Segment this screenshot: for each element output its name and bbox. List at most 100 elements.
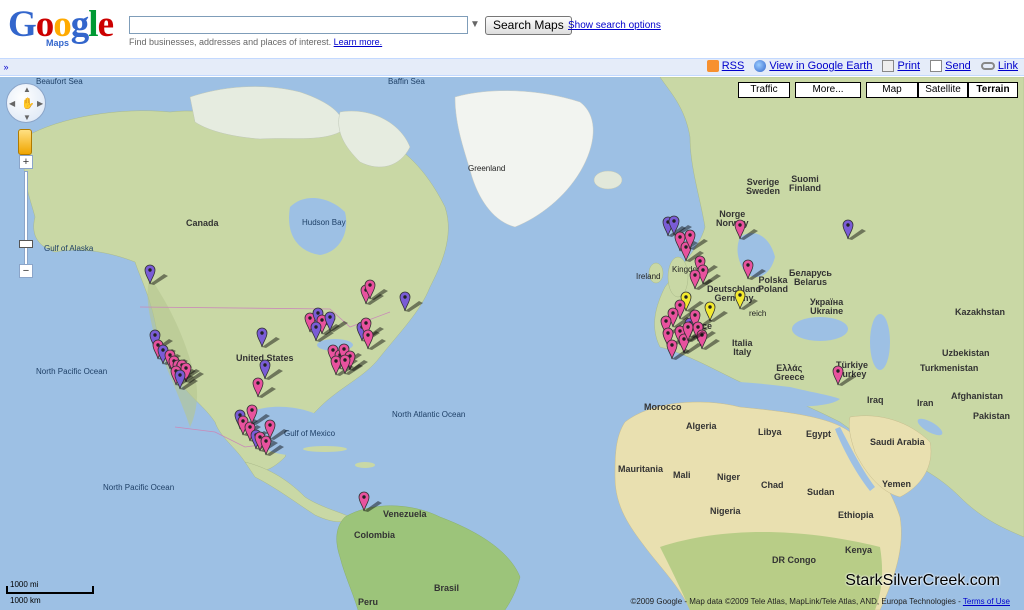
scale-bar <box>6 592 94 594</box>
map-marker-pin[interactable] <box>364 277 388 301</box>
zoom-slider-track[interactable] <box>24 171 28 269</box>
map-marker-pin[interactable] <box>734 287 758 311</box>
map-type-satellite-button[interactable]: Satellite <box>918 82 968 98</box>
print-link[interactable]: Print <box>882 60 920 72</box>
map-label: North Pacific Ocean <box>36 367 108 376</box>
map-marker-pin[interactable] <box>399 289 423 313</box>
logo-letter: G <box>8 4 37 45</box>
map-label: Canada <box>186 218 219 228</box>
map-label: DR Congo <box>772 555 816 565</box>
toolbar: » RSS View in Google Earth Print Send Li… <box>0 58 1024 76</box>
map-marker-pin[interactable] <box>174 367 198 391</box>
map-label: Colombia <box>354 530 396 540</box>
map-label: Brasil <box>434 583 460 593</box>
map-marker-pin[interactable] <box>842 217 866 241</box>
link-label: Link <box>997 60 1018 72</box>
earth-icon <box>754 60 767 72</box>
caspian-sea <box>870 314 890 370</box>
search-maps-button[interactable]: Search Maps <box>485 16 572 35</box>
map-marker-pin[interactable] <box>256 325 280 349</box>
search-hint-text: Find businesses, addresses and places of… <box>129 37 332 47</box>
map-type-map-button[interactable]: Map <box>866 82 918 98</box>
map-marker-pin[interactable] <box>734 217 758 241</box>
learn-more-link[interactable]: Learn more. <box>334 37 383 47</box>
map-marker-pin[interactable] <box>832 363 856 387</box>
pan-control[interactable]: ▲ ▼ ◀ ▶ ✋ <box>6 83 46 123</box>
logo-letter: e <box>97 4 114 45</box>
map-label: Libya <box>758 427 782 437</box>
pan-right-icon[interactable]: ▶ <box>37 99 43 108</box>
map-label: Algeria <box>686 421 717 431</box>
pegman-icon[interactable] <box>18 129 32 155</box>
print-icon <box>882 60 895 72</box>
map-label: Egypt <box>806 429 832 439</box>
logo-letter: l <box>88 4 98 45</box>
zoom-out-button[interactable]: − <box>19 264 33 278</box>
rss-link[interactable]: RSS <box>706 60 745 72</box>
greenland-landmass <box>454 90 594 228</box>
map-label: Afghanistan <box>951 391 1004 401</box>
send-link[interactable]: Send <box>930 60 971 72</box>
map-label: Peru <box>358 597 379 607</box>
hand-icon: ✋ <box>21 98 35 110</box>
zoom-slider-handle[interactable] <box>19 240 33 248</box>
search-input[interactable] <box>129 16 468 34</box>
map-label: Uzbekistan <box>942 348 990 358</box>
black-sea <box>792 317 848 341</box>
map-canvas[interactable]: Beaufort Sea Baffin Sea Greenland Canada… <box>0 77 1024 610</box>
terms-of-use-link[interactable]: Terms of Use <box>963 597 1010 606</box>
map-label: Iraq <box>867 395 884 405</box>
link-link[interactable]: Link <box>980 60 1018 72</box>
cuba <box>303 446 347 452</box>
pan-up-icon[interactable]: ▲ <box>23 85 31 94</box>
copyright: ©2009 Google - Map data ©2009 Tele Atlas… <box>630 597 1010 606</box>
traffic-button[interactable]: Traffic <box>738 82 790 98</box>
map-label: Saudi Arabia <box>870 437 925 447</box>
map-marker-pin[interactable] <box>358 489 382 513</box>
map-marker-pin[interactable] <box>144 262 168 286</box>
map-marker-pin[interactable] <box>689 267 713 291</box>
map-marker-pin[interactable] <box>252 375 276 399</box>
map-marker-pin[interactable] <box>682 319 706 343</box>
hispaniola <box>355 462 375 468</box>
link-icon <box>980 62 995 70</box>
earth-label: View in Google Earth <box>769 60 873 72</box>
pan-left-icon[interactable]: ◀ <box>9 99 15 108</box>
more-layers-button[interactable]: More... <box>795 82 861 98</box>
map-label: Suomi Finland <box>789 174 821 193</box>
map-label: Italia Italy <box>732 338 753 357</box>
map-label: Україна Ukraine <box>810 297 844 316</box>
south-america-landmass <box>336 505 521 610</box>
rss-label: RSS <box>721 60 745 72</box>
map-label: Sudan <box>807 487 835 497</box>
show-search-options-link[interactable]: Show search options <box>568 20 661 31</box>
logo-letter: g <box>70 4 89 45</box>
header: Google Maps ▼ Search Maps Show search op… <box>0 0 1024 58</box>
print-label: Print <box>897 60 921 72</box>
map-marker-pin[interactable] <box>339 352 363 376</box>
zoom-in-button[interactable]: + <box>19 155 33 169</box>
map-label: North Atlantic Ocean <box>392 410 466 419</box>
map-label: Mali <box>673 470 691 480</box>
search-history-dropdown[interactable]: ▼ <box>469 16 481 34</box>
google-earth-link[interactable]: View in Google Earth <box>754 60 872 72</box>
map-marker-pin[interactable] <box>742 257 766 281</box>
map-type-terrain-button[interactable]: Terrain <box>968 82 1018 98</box>
watermark: StarkSilverCreek.com <box>845 572 1000 589</box>
scale-tick <box>6 586 8 594</box>
map-label: Kenya <box>845 545 873 555</box>
map-label: Beaufort Sea <box>36 77 83 86</box>
map-marker-pin[interactable] <box>684 227 708 251</box>
map-marker-pin[interactable] <box>324 309 348 333</box>
map-marker-pin[interactable] <box>264 417 288 441</box>
scale-miles-label: 1000 mi <box>10 580 39 589</box>
map-label: Turkmenistan <box>920 363 979 373</box>
copyright-text: ©2009 Google - Map data ©2009 Tele Atlas… <box>630 597 961 606</box>
collapse-panel-button[interactable]: » <box>1 61 11 73</box>
map-label: Niger <box>717 472 741 482</box>
pan-down-icon[interactable]: ▼ <box>23 113 31 122</box>
map-label: Venezuela <box>383 509 427 519</box>
send-label: Send <box>945 60 971 72</box>
map-label: Ethiopia <box>838 510 874 520</box>
map-scale: 1000 mi 1000 km <box>6 580 96 606</box>
